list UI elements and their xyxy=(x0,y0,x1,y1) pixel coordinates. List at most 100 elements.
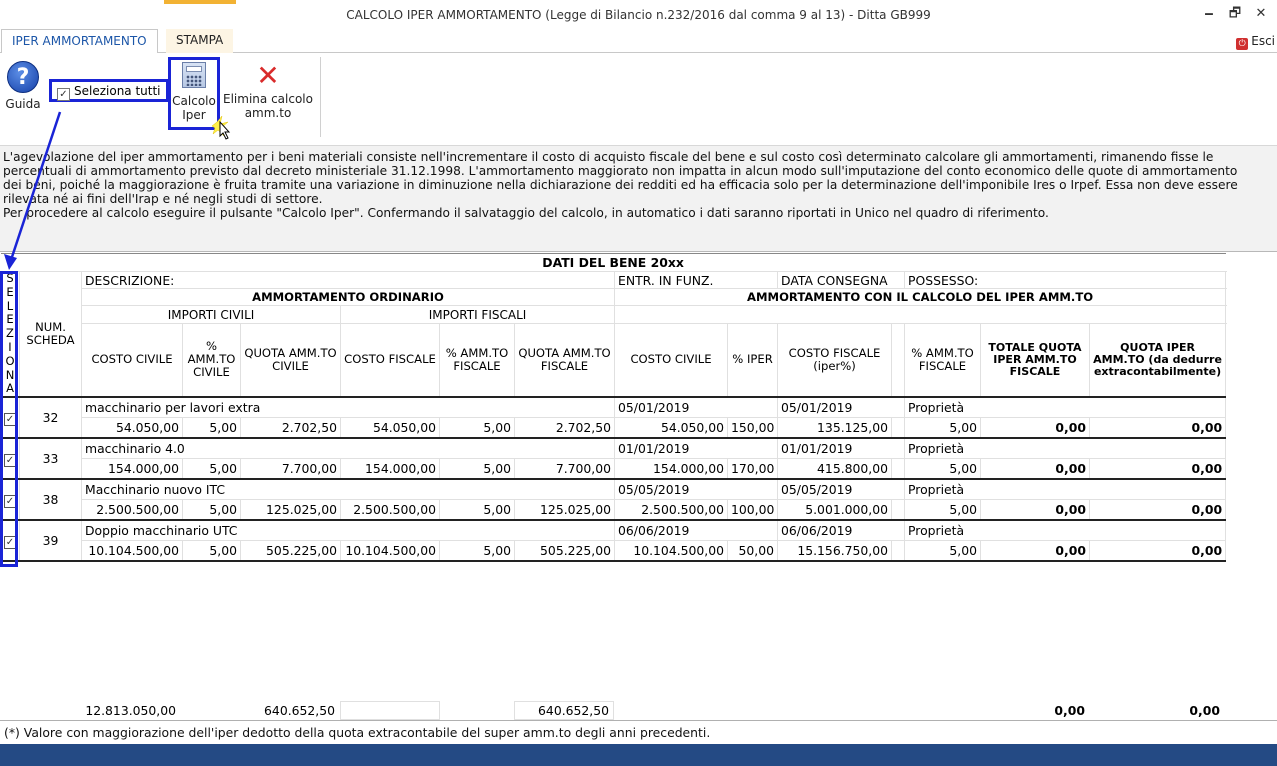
col-iper-costo-civile: COSTO CIVILE xyxy=(614,322,728,398)
seleziona-tutti-checkbox[interactable]: ✓ Seleziona tutti xyxy=(49,79,169,102)
costo-fiscale-cell: 2.500.500,00 xyxy=(340,498,440,521)
totals-row: 12.813.050,00 640.652,50 640.652,50 0,00… xyxy=(0,701,1225,720)
entr-in-funz-cell: 06/06/2019 xyxy=(614,519,778,541)
costo-fiscale-iper-cell: 415.800,00 xyxy=(777,457,892,480)
perc-fiscale-cell: 5,00 xyxy=(439,416,515,439)
costo-fiscale-cell: 54.050,00 xyxy=(340,416,440,439)
possesso-cell: Proprietà xyxy=(903,519,1227,541)
guida-button[interactable]: ? Guida xyxy=(3,61,43,111)
table-row-values: 54.050,00 5,00 2.702,50 54.050,00 5,00 2… xyxy=(1,416,1227,439)
col-spacer xyxy=(891,322,905,398)
iper-costo-civile-cell: 154.000,00 xyxy=(614,457,728,480)
total-quota-fiscale: 640.652,50 xyxy=(538,703,609,718)
iper-perc-fiscale-cell: 5,00 xyxy=(904,416,981,439)
table-row-values: 10.104.500,00 5,00 505.225,00 10.104.500… xyxy=(0,539,1227,563)
footnote: (*) Valore con maggiorazione dell'iper d… xyxy=(0,720,1277,744)
num-scheda-header: NUM. SCHEDA xyxy=(19,271,82,398)
window-title: CALCOLO IPER AMMORTAMENTO (Legge di Bila… xyxy=(346,8,931,22)
perc-civile-cell: 5,00 xyxy=(182,539,241,563)
grid-area: DATI DEL BENE 20xx SELEZIONA NUM. SCHEDA… xyxy=(0,253,1277,719)
entr-in-funz-cell: 05/05/2019 xyxy=(614,478,778,500)
num-scheda-cell: 33 xyxy=(19,437,82,480)
red-x-delete-icon: ✕ xyxy=(256,59,280,92)
table-row: ✓ 33 macchinario 4.0 01/01/2019 01/01/20… xyxy=(0,437,1227,480)
table-row: ✓ 32 macchinario per lavori extra 05/01/… xyxy=(0,396,1227,439)
perc-iper-cell: 150,00 xyxy=(727,416,778,439)
total-costo-civile: 12.813.050,00 xyxy=(85,703,176,718)
quota-civile-cell: 7.700,00 xyxy=(240,457,341,480)
totale-quota-cell: 0,00 xyxy=(980,539,1090,563)
perc-fiscale-cell: 5,00 xyxy=(439,457,515,480)
row-select-checkbox[interactable]: ✓ xyxy=(0,519,20,563)
perc-fiscale-cell: 5,00 xyxy=(439,498,515,521)
close-button[interactable]: ✕ xyxy=(1250,4,1272,24)
tab-stampa[interactable]: STAMPA xyxy=(166,29,234,53)
num-scheda-cell: 39 xyxy=(19,519,82,563)
perc-civile-cell: 5,00 xyxy=(182,416,241,439)
totale-quota-cell: 0,00 xyxy=(980,498,1090,521)
entr-in-funz-header: ENTR. IN FUNZ. xyxy=(614,270,778,290)
spacer-cell xyxy=(891,457,905,480)
status-bar xyxy=(0,744,1277,766)
quota-fiscale-cell: 2.702,50 xyxy=(514,416,615,439)
col-perc-fiscale: % AMM.TO FISCALE xyxy=(439,322,515,398)
iper-perc-fiscale-cell: 5,00 xyxy=(904,498,981,521)
data-consegna-cell: 01/01/2019 xyxy=(777,437,905,459)
iper-costo-civile-cell: 10.104.500,00 xyxy=(614,539,728,563)
maximize-button[interactable]: 🗗 xyxy=(1224,4,1246,24)
costo-civile-cell: 154.000,00 xyxy=(81,457,183,480)
descrizione-cell: Macchinario nuovo ITC xyxy=(81,478,615,500)
col-iper-perc-fiscale: % AMM.TO FISCALE xyxy=(904,322,981,398)
descrizione-header: DESCRIZIONE: xyxy=(81,270,615,290)
perc-civile-cell: 5,00 xyxy=(182,457,241,480)
beni-table: DATI DEL BENE 20xx SELEZIONA NUM. SCHEDA… xyxy=(0,253,1227,563)
perc-iper-cell: 100,00 xyxy=(727,498,778,521)
row-select-checkbox[interactable]: ✓ xyxy=(0,396,20,439)
checkbox-check-icon: ✓ xyxy=(57,88,70,101)
perc-civile-cell: 5,00 xyxy=(182,498,241,521)
help-question-icon: ? xyxy=(7,61,39,93)
col-quota-iper: QUOTA IPER AMM.TO (da dedurre extraconta… xyxy=(1088,322,1227,398)
info-panel: L'agevolazione del iper ammortamento per… xyxy=(0,145,1277,252)
col-costo-fiscale-iper: COSTO FISCALE (iper%) xyxy=(777,322,892,398)
importi-fiscali-header: IMPORTI FISCALI xyxy=(340,305,615,324)
table-row: ✓ 38 Macchinario nuovo ITC 05/05/2019 05… xyxy=(0,478,1227,521)
title-bar: CALCOLO IPER AMMORTAMENTO (Legge di Bila… xyxy=(0,0,1277,30)
col-costo-fiscale: COSTO FISCALE xyxy=(340,322,440,398)
costo-fiscale-cell: 10.104.500,00 xyxy=(340,539,440,563)
num-scheda-cell: 38 xyxy=(19,478,82,521)
tab-iper-ammortamento[interactable]: IPER AMMORTAMENTO xyxy=(1,29,158,54)
col-quota-fiscale: QUOTA AMM.TO FISCALE xyxy=(514,322,615,398)
entr-in-funz-cell: 05/01/2019 xyxy=(614,396,778,418)
row-select-checkbox[interactable]: ✓ xyxy=(0,437,20,480)
importi-civili-header: IMPORTI CIVILI xyxy=(81,305,341,324)
esci-button[interactable]: ⏻ Esci xyxy=(1236,34,1275,50)
quota-iper-cell: 0,00 xyxy=(1088,457,1227,480)
row-select-checkbox[interactable]: ✓ xyxy=(0,478,20,521)
spacer-cell xyxy=(891,416,905,439)
iper-perc-fiscale-cell: 5,00 xyxy=(904,457,981,480)
totale-quota-cell: 0,00 xyxy=(980,457,1090,480)
mouse-cursor-icon xyxy=(211,115,231,140)
total-quota-iper: 0,00 xyxy=(1189,703,1220,718)
total-quota-civile: 640.652,50 xyxy=(264,703,335,718)
exit-icon: ⏻ xyxy=(1236,38,1249,50)
seleziona-tutti-label: Seleziona tutti xyxy=(74,84,161,98)
elimina-label-1: Elimina calcolo xyxy=(223,92,313,106)
possesso-cell: Proprietà xyxy=(903,437,1227,459)
amm-ordinario-header: AMMORTAMENTO ORDINARIO xyxy=(81,288,615,307)
possesso-cell: Proprietà xyxy=(903,478,1227,500)
minimize-button[interactable]: 🗕 xyxy=(1198,4,1220,24)
iper-subheader-blank xyxy=(613,305,1227,324)
entr-in-funz-cell: 01/01/2019 xyxy=(614,437,778,459)
amm-iper-header: AMMORTAMENTO CON IL CALCOLO DEL IPER AMM… xyxy=(613,288,1227,307)
quota-iper-cell: 0,00 xyxy=(1088,498,1227,521)
num-scheda-cell: 32 xyxy=(19,396,82,439)
quota-iper-cell: 0,00 xyxy=(1088,416,1227,439)
info-text: L'agevolazione del iper ammortamento per… xyxy=(3,150,1238,220)
possesso-cell: Proprietà xyxy=(903,396,1227,418)
col-costo-civile: COSTO CIVILE xyxy=(81,322,183,398)
ribbon-tabs: IPER AMMORTAMENTO STAMPA xyxy=(0,29,1277,54)
costo-fiscale-iper-cell: 5.001.000,00 xyxy=(777,498,892,521)
totals-empty-cell xyxy=(340,701,440,720)
